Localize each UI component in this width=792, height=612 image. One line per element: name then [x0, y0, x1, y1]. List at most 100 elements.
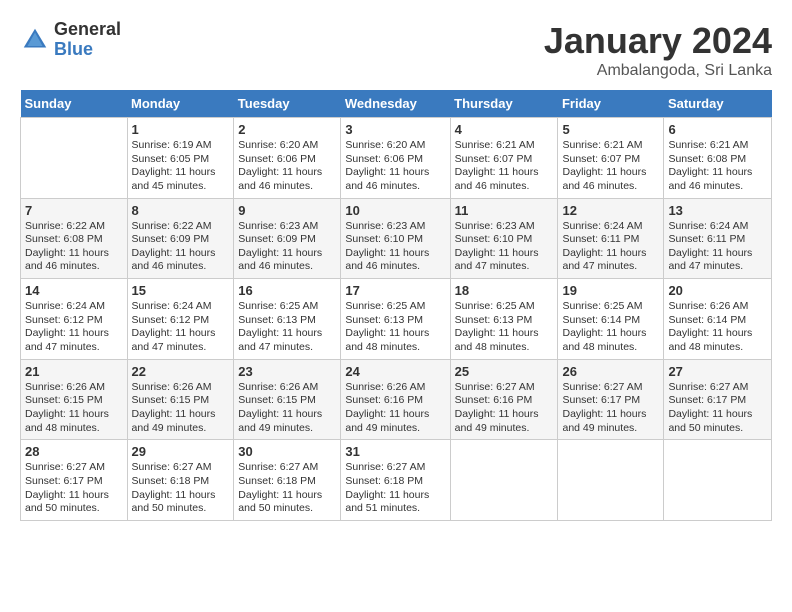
day-number: 2 [238, 122, 336, 137]
calendar-cell [21, 118, 128, 199]
day-number: 20 [668, 283, 767, 298]
calendar-cell: 25Sunrise: 6:27 AM Sunset: 6:16 PM Dayli… [450, 359, 558, 440]
calendar-cell [664, 440, 772, 521]
calendar-week-row: 21 Sunrise: 6:26 AM Sunset: 6:15 PM Dayli… [21, 359, 772, 440]
calendar-cell: 15 Sunrise: 6:24 AM Sunset: 6:12 PM Dayli… [127, 279, 234, 360]
day-number: 18 [455, 283, 554, 298]
day-info: Sunrise: 6:21 AM Sunset: 6:07 PM Dayligh… [562, 139, 659, 194]
calendar-cell: 19Sunrise: 6:25 AM Sunset: 6:14 PM Dayli… [558, 279, 664, 360]
day-number: 23 [238, 364, 336, 379]
day-info: Sunrise: 6:27 AM Sunset: 6:17 PM Dayligh… [668, 381, 767, 436]
day-info: Sunrise: 6:25 AM Sunset: 6:13 PM Dayligh… [345, 300, 445, 355]
day-info: Sunrise: 6:23 AM Sunset: 6:09 PM Dayligh… [238, 220, 336, 275]
calendar-cell: 14 Sunrise: 6:24 AM Sunset: 6:12 PM Dayli… [21, 279, 128, 360]
calendar-cell: 13 Sunrise: 6:24 AM Sunset: 6:11 PM Dayli… [664, 198, 772, 279]
day-number: 6 [668, 122, 767, 137]
day-info: Sunrise: 6:23 AM Sunset: 6:10 PM Dayligh… [455, 220, 554, 275]
calendar-cell: 8 Sunrise: 6:22 AM Sunset: 6:09 PM Daylig… [127, 198, 234, 279]
day-info: Sunrise: 6:24 AM Sunset: 6:12 PM Dayligh… [25, 300, 123, 355]
day-number: 29 [132, 444, 230, 459]
title-block: January 2024 Ambalangoda, Sri Lanka [544, 20, 772, 80]
calendar-cell: 31 Sunrise: 6:27 AM Sunset: 6:18 PM Dayli… [341, 440, 450, 521]
day-info: Sunrise: 6:26 AM Sunset: 6:15 PM Dayligh… [25, 381, 123, 436]
day-number: 16 [238, 283, 336, 298]
day-info: Sunrise: 6:25 AM Sunset: 6:13 PM Dayligh… [238, 300, 336, 355]
logo-icon [20, 25, 50, 55]
day-info: Sunrise: 6:23 AM Sunset: 6:10 PM Dayligh… [345, 220, 445, 275]
day-number: 22 [132, 364, 230, 379]
day-info: Sunrise: 6:24 AM Sunset: 6:12 PM Dayligh… [132, 300, 230, 355]
calendar-cell: 22 Sunrise: 6:26 AM Sunset: 6:15 PM Dayli… [127, 359, 234, 440]
calendar-cell: 6Sunrise: 6:21 AM Sunset: 6:08 PM Daylig… [664, 118, 772, 199]
day-number: 9 [238, 203, 336, 218]
calendar-cell: 24Sunrise: 6:26 AM Sunset: 6:16 PM Dayli… [341, 359, 450, 440]
day-number: 11 [455, 203, 554, 218]
calendar-week-row: 28Sunrise: 6:27 AM Sunset: 6:17 PM Dayli… [21, 440, 772, 521]
day-number: 30 [238, 444, 336, 459]
month-title: January 2024 [544, 20, 772, 62]
calendar-cell: 16 Sunrise: 6:25 AM Sunset: 6:13 PM Dayli… [234, 279, 341, 360]
logo-general: General [54, 20, 121, 40]
weekday-header-tuesday: Tuesday [234, 90, 341, 118]
calendar-cell: 23 Sunrise: 6:26 AM Sunset: 6:15 PM Dayli… [234, 359, 341, 440]
calendar-cell: 28Sunrise: 6:27 AM Sunset: 6:17 PM Dayli… [21, 440, 128, 521]
day-info: Sunrise: 6:27 AM Sunset: 6:18 PM Dayligh… [345, 461, 445, 516]
day-number: 12 [562, 203, 659, 218]
day-info: Sunrise: 6:25 AM Sunset: 6:13 PM Dayligh… [455, 300, 554, 355]
calendar-cell [558, 440, 664, 521]
day-number: 15 [132, 283, 230, 298]
logo: General Blue [20, 20, 121, 60]
day-info: Sunrise: 6:24 AM Sunset: 6:11 PM Dayligh… [562, 220, 659, 275]
day-info: Sunrise: 6:26 AM Sunset: 6:16 PM Dayligh… [345, 381, 445, 436]
day-number: 13 [668, 203, 767, 218]
day-number: 31 [345, 444, 445, 459]
day-number: 25 [455, 364, 554, 379]
calendar-cell: 29 Sunrise: 6:27 AM Sunset: 6:18 PM Dayli… [127, 440, 234, 521]
day-info: Sunrise: 6:26 AM Sunset: 6:15 PM Dayligh… [132, 381, 230, 436]
day-info: Sunrise: 6:24 AM Sunset: 6:11 PM Dayligh… [668, 220, 767, 275]
day-info: Sunrise: 6:26 AM Sunset: 6:15 PM Dayligh… [238, 381, 336, 436]
calendar-cell: 17Sunrise: 6:25 AM Sunset: 6:13 PM Dayli… [341, 279, 450, 360]
day-number: 1 [132, 122, 230, 137]
calendar-week-row: 1 Sunrise: 6:19 AM Sunset: 6:05 PM Daylig… [21, 118, 772, 199]
day-number: 27 [668, 364, 767, 379]
calendar-week-row: 14 Sunrise: 6:24 AM Sunset: 6:12 PM Dayli… [21, 279, 772, 360]
day-info: Sunrise: 6:20 AM Sunset: 6:06 PM Dayligh… [345, 139, 445, 194]
calendar-cell: 3 Sunrise: 6:20 AM Sunset: 6:06 PM Daylig… [341, 118, 450, 199]
weekday-header-monday: Monday [127, 90, 234, 118]
day-info: Sunrise: 6:19 AM Sunset: 6:05 PM Dayligh… [132, 139, 230, 194]
day-info: Sunrise: 6:22 AM Sunset: 6:08 PM Dayligh… [25, 220, 123, 275]
day-info: Sunrise: 6:26 AM Sunset: 6:14 PM Dayligh… [668, 300, 767, 355]
day-number: 4 [455, 122, 554, 137]
calendar-week-row: 7Sunrise: 6:22 AM Sunset: 6:08 PM Daylig… [21, 198, 772, 279]
weekday-header-thursday: Thursday [450, 90, 558, 118]
weekday-header-row: SundayMondayTuesdayWednesdayThursdayFrid… [21, 90, 772, 118]
location-title: Ambalangoda, Sri Lanka [544, 62, 772, 80]
weekday-header-friday: Friday [558, 90, 664, 118]
calendar-cell: 12 Sunrise: 6:24 AM Sunset: 6:11 PM Dayli… [558, 198, 664, 279]
day-info: Sunrise: 6:20 AM Sunset: 6:06 PM Dayligh… [238, 139, 336, 194]
weekday-header-saturday: Saturday [664, 90, 772, 118]
day-number: 5 [562, 122, 659, 137]
logo-blue: Blue [54, 40, 121, 60]
calendar-cell: 7Sunrise: 6:22 AM Sunset: 6:08 PM Daylig… [21, 198, 128, 279]
calendar-cell [450, 440, 558, 521]
weekday-header-sunday: Sunday [21, 90, 128, 118]
calendar-cell: 18 Sunrise: 6:25 AM Sunset: 6:13 PM Dayli… [450, 279, 558, 360]
calendar-cell: 5 Sunrise: 6:21 AM Sunset: 6:07 PM Daylig… [558, 118, 664, 199]
day-number: 8 [132, 203, 230, 218]
day-info: Sunrise: 6:27 AM Sunset: 6:17 PM Dayligh… [562, 381, 659, 436]
day-number: 14 [25, 283, 123, 298]
calendar-cell: 1 Sunrise: 6:19 AM Sunset: 6:05 PM Daylig… [127, 118, 234, 199]
calendar-cell: 21 Sunrise: 6:26 AM Sunset: 6:15 PM Dayli… [21, 359, 128, 440]
day-number: 21 [25, 364, 123, 379]
calendar-cell: 20 Sunrise: 6:26 AM Sunset: 6:14 PM Dayli… [664, 279, 772, 360]
day-info: Sunrise: 6:27 AM Sunset: 6:18 PM Dayligh… [132, 461, 230, 516]
day-info: Sunrise: 6:25 AM Sunset: 6:14 PM Dayligh… [562, 300, 659, 355]
page-header: General Blue January 2024 Ambalangoda, S… [20, 20, 772, 80]
day-number: 3 [345, 122, 445, 137]
calendar-cell: 9 Sunrise: 6:23 AM Sunset: 6:09 PM Daylig… [234, 198, 341, 279]
day-info: Sunrise: 6:27 AM Sunset: 6:18 PM Dayligh… [238, 461, 336, 516]
calendar-cell: 10Sunrise: 6:23 AM Sunset: 6:10 PM Dayli… [341, 198, 450, 279]
day-info: Sunrise: 6:22 AM Sunset: 6:09 PM Dayligh… [132, 220, 230, 275]
